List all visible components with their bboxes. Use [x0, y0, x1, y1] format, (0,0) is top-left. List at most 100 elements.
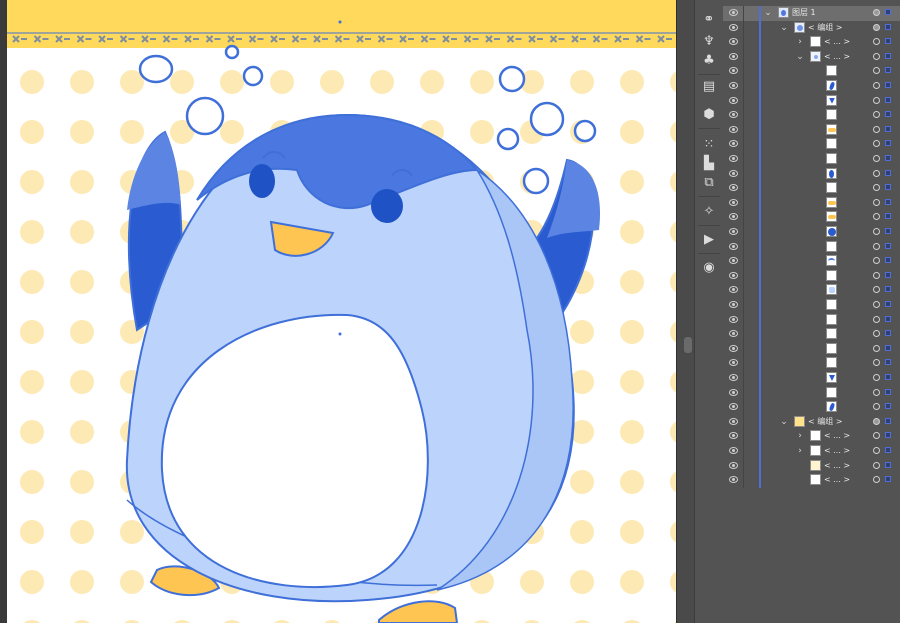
- visibility-eye-icon[interactable]: [729, 140, 738, 148]
- target-circle-icon[interactable]: [873, 9, 880, 16]
- selection-indicator[interactable]: [885, 184, 891, 191]
- lock-column[interactable]: [743, 298, 744, 313]
- visibility-eye-icon[interactable]: [729, 52, 738, 60]
- collapse-caret-icon[interactable]: ⌄: [780, 22, 788, 34]
- visibility-eye-icon[interactable]: [729, 301, 738, 308]
- object-row[interactable]: [723, 312, 900, 328]
- layer-name-label[interactable]: < ... >: [824, 473, 850, 487]
- object-row[interactable]: [723, 152, 900, 167]
- target-circle-icon[interactable]: [873, 344, 880, 352]
- target-circle-icon[interactable]: [873, 111, 880, 119]
- selection-indicator[interactable]: [885, 388, 891, 395]
- target-circle-icon[interactable]: [873, 169, 880, 177]
- object-row[interactable]: [723, 137, 900, 152]
- lock-column[interactable]: [743, 458, 744, 474]
- lock-column[interactable]: [743, 93, 744, 109]
- target-circle-icon[interactable]: [873, 52, 880, 60]
- selection-indicator[interactable]: [885, 271, 891, 278]
- selection-indicator[interactable]: [885, 315, 891, 322]
- target-circle-icon[interactable]: [873, 125, 880, 133]
- target-circle-icon[interactable]: [873, 271, 880, 279]
- symbols-icon[interactable]: ♣: [699, 52, 719, 70]
- selection-indicator[interactable]: [885, 344, 891, 351]
- lock-column[interactable]: [743, 400, 744, 415]
- lock-column[interactable]: [743, 225, 744, 240]
- transform-icon[interactable]: ⧉: [699, 174, 719, 192]
- selection-indicator[interactable]: [885, 286, 891, 293]
- object-row[interactable]: [723, 195, 900, 211]
- selection-indicator[interactable]: [885, 301, 891, 307]
- visibility-eye-icon[interactable]: [729, 374, 738, 381]
- visibility-eye-icon[interactable]: [729, 344, 738, 352]
- expand-caret-icon[interactable]: ›: [796, 430, 804, 442]
- selection-indicator[interactable]: [885, 111, 891, 118]
- object-row[interactable]: [723, 210, 900, 225]
- target-circle-icon[interactable]: [873, 155, 880, 162]
- selection-indicator[interactable]: [885, 374, 891, 380]
- lock-column[interactable]: [743, 327, 744, 342]
- visibility-eye-icon[interactable]: [729, 359, 738, 367]
- group-row[interactable]: < ... >: [723, 458, 900, 474]
- lock-column[interactable]: [743, 166, 744, 182]
- object-row[interactable]: [723, 239, 900, 255]
- lock-column[interactable]: [743, 6, 744, 21]
- target-circle-icon[interactable]: [873, 198, 880, 206]
- selection-indicator[interactable]: [885, 140, 891, 147]
- selection-indicator[interactable]: [885, 38, 891, 45]
- object-row[interactable]: [723, 371, 900, 386]
- lock-column[interactable]: [743, 429, 744, 444]
- visibility-eye-icon[interactable]: [729, 67, 738, 75]
- visibility-eye-icon[interactable]: [729, 228, 738, 235]
- visibility-eye-icon[interactable]: [729, 184, 738, 192]
- lock-column[interactable]: [743, 137, 744, 152]
- selection-indicator[interactable]: [885, 242, 891, 249]
- visibility-eye-icon[interactable]: [729, 461, 738, 469]
- link-icon[interactable]: ⚭: [699, 11, 719, 29]
- group-row[interactable]: ⌄ < 编组 >: [723, 20, 900, 36]
- selection-indicator[interactable]: [885, 359, 891, 366]
- selection-indicator[interactable]: [885, 432, 891, 439]
- panel-resize-handle[interactable]: [684, 337, 692, 353]
- object-row[interactable]: [723, 79, 900, 94]
- group-row[interactable]: › < ... >: [723, 429, 900, 444]
- layer-name-label[interactable]: < ... >: [824, 35, 850, 49]
- layer-name-label[interactable]: 图层 1: [792, 6, 816, 20]
- selection-indicator[interactable]: [885, 155, 891, 161]
- visibility-eye-icon[interactable]: [729, 315, 738, 323]
- lock-column[interactable]: [743, 64, 744, 79]
- lock-column[interactable]: [743, 356, 744, 371]
- object-row[interactable]: [723, 225, 900, 240]
- layer-name-label[interactable]: < 编组 >: [808, 21, 843, 35]
- layer-name-label[interactable]: < 编组 >: [808, 415, 843, 429]
- selection-indicator[interactable]: [885, 82, 891, 88]
- lock-column[interactable]: [743, 210, 744, 225]
- group-row[interactable]: ⌄ < 编组 >: [723, 414, 900, 430]
- visibility-eye-icon[interactable]: [729, 417, 738, 425]
- target-circle-icon[interactable]: [873, 257, 880, 265]
- object-row[interactable]: [723, 268, 900, 284]
- lock-column[interactable]: [743, 49, 744, 65]
- object-row[interactable]: [723, 122, 900, 138]
- target-circle-icon[interactable]: [873, 67, 880, 75]
- magic-wand-icon[interactable]: ✧: [699, 203, 719, 221]
- collapse-caret-icon[interactable]: ⌄: [764, 7, 772, 19]
- artboard[interactable]: [7, 0, 676, 623]
- appearance-icon[interactable]: ◉: [699, 259, 719, 277]
- target-circle-icon[interactable]: [873, 447, 880, 454]
- lock-column[interactable]: [743, 254, 744, 269]
- lock-column[interactable]: [743, 79, 744, 94]
- selection-indicator[interactable]: [885, 125, 891, 132]
- selection-indicator[interactable]: [885, 461, 891, 468]
- visibility-eye-icon[interactable]: [729, 330, 738, 338]
- visibility-eye-icon[interactable]: [729, 111, 738, 119]
- selection-indicator[interactable]: [885, 169, 891, 176]
- selection-indicator[interactable]: [885, 330, 891, 337]
- target-circle-icon[interactable]: [873, 432, 880, 440]
- canvas-scrollbar-track[interactable]: [676, 0, 695, 623]
- lock-column[interactable]: [743, 385, 744, 401]
- object-row[interactable]: [723, 166, 900, 182]
- visibility-eye-icon[interactable]: [729, 242, 738, 250]
- visibility-eye-icon[interactable]: [729, 213, 738, 221]
- actions-play-icon[interactable]: ▶: [699, 231, 719, 249]
- object-row[interactable]: [723, 327, 900, 342]
